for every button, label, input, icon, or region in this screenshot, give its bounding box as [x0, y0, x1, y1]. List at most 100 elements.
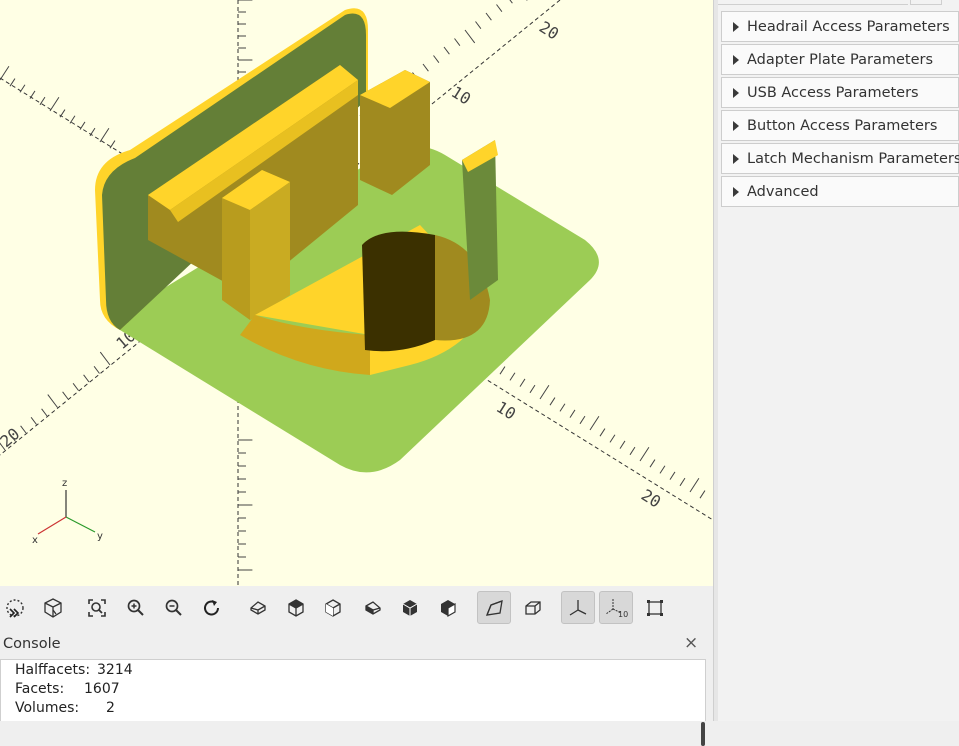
ruler-tick — [640, 447, 649, 461]
ruler-tick — [63, 392, 68, 399]
ruler-tick — [680, 478, 685, 486]
console-value: 1607 — [84, 681, 120, 697]
ruler-tick — [48, 395, 58, 408]
group-label: USB Access Parameters — [747, 85, 919, 101]
group-button-access[interactable]: Button Access Parameters — [721, 110, 959, 141]
close-icon[interactable]: × — [684, 633, 698, 653]
axes-icon[interactable] — [561, 591, 595, 624]
ruler-tick — [31, 417, 36, 424]
console-key: Volumes: — [15, 700, 106, 716]
zoom-in-icon[interactable] — [119, 591, 153, 624]
ruler-tick — [80, 122, 85, 130]
expand-arrow-icon — [733, 55, 739, 65]
view-front-icon[interactable] — [393, 591, 427, 624]
ruler-tick — [50, 97, 59, 111]
axis-label-y: y — [97, 531, 103, 542]
console-value: 2 — [106, 700, 115, 716]
console-scrollbar[interactable] — [701, 722, 705, 746]
edges-icon[interactable] — [638, 591, 672, 624]
ruler-tick — [73, 383, 78, 390]
ruler-tick — [540, 385, 549, 399]
group-label: Button Access Parameters — [747, 118, 937, 134]
ruler-tick — [610, 435, 615, 443]
ruler-tick — [580, 416, 585, 424]
expand-arrow-icon — [733, 121, 739, 131]
view-all-icon[interactable] — [80, 591, 114, 624]
view-right-icon[interactable] — [241, 591, 275, 624]
group-latch-mechanism[interactable]: Latch Mechanism Parameters — [721, 143, 959, 174]
ruler-tick — [100, 352, 110, 365]
viewer-toolbar: 10 — [0, 586, 713, 628]
ruler-tick — [620, 441, 625, 449]
ruler-tick — [700, 491, 705, 499]
group-adapter-plate[interactable]: Adapter Plate Parameters — [721, 44, 959, 75]
console-title: Console — [3, 636, 61, 652]
console-key: Facets: — [15, 681, 84, 697]
ruler-tick — [486, 13, 491, 20]
ruler-tick — [550, 398, 555, 406]
ruler-number: 10 — [493, 397, 519, 423]
ruler-tick — [434, 56, 439, 63]
expand-arrow-icon — [733, 154, 739, 164]
view-top-icon[interactable] — [279, 591, 313, 624]
ruler-tick — [670, 472, 675, 480]
preview-icon[interactable] — [0, 591, 32, 624]
console-line: Facets:1607 — [15, 681, 120, 697]
ruler-tick — [20, 85, 25, 93]
customizer-top-strip — [718, 0, 959, 6]
console-line: Halffacets:3214 — [15, 662, 133, 678]
console-line: Volumes:2 — [15, 700, 115, 716]
perspective-icon[interactable] — [477, 591, 511, 624]
view-back-icon[interactable] — [431, 591, 465, 624]
ruler-tick — [423, 64, 428, 71]
ruler-tick — [500, 367, 505, 375]
ruler-tick — [100, 128, 109, 142]
group-label: Adapter Plate Parameters — [747, 52, 933, 68]
orthogonal-icon[interactable] — [516, 591, 550, 624]
ruler-tick — [444, 47, 449, 54]
model-render[interactable]: 10 20 10 20 20 10 — [0, 0, 713, 586]
axis-label-z: z — [62, 478, 67, 489]
group-advanced[interactable]: Advanced — [721, 176, 959, 207]
console-value: 3214 — [97, 662, 133, 678]
reset-view-icon[interactable] — [195, 591, 229, 624]
ruler-tick — [507, 0, 512, 3]
view-left-icon[interactable] — [356, 591, 390, 624]
ruler-tick — [40, 97, 45, 105]
expand-arrow-icon — [733, 88, 739, 98]
ruler-tick — [690, 478, 699, 492]
ruler-tick — [650, 460, 655, 468]
axis-label-x: x — [32, 535, 38, 546]
ruler-tick — [60, 110, 65, 118]
ruler-tick — [497, 5, 502, 12]
console-panel: Console × Halffacets:3214 Facets:1607 Vo… — [0, 630, 713, 721]
3d-viewport[interactable]: 10 20 10 20 20 10 — [0, 0, 713, 586]
group-usb-access[interactable]: USB Access Parameters — [721, 77, 959, 108]
group-label: Advanced — [747, 184, 819, 200]
ruler-tick — [30, 91, 35, 99]
ruler-number: 10 — [448, 82, 474, 108]
expand-arrow-icon — [733, 187, 739, 197]
ruler-tick — [10, 79, 15, 87]
ruler-tick — [560, 404, 565, 412]
scale-markers-icon[interactable]: 10 — [599, 591, 633, 624]
ruler-tick — [0, 66, 9, 80]
ruler-number: 20 — [536, 17, 562, 43]
ruler-tick — [455, 39, 460, 46]
group-headrail-access[interactable]: Headrail Access Parameters — [721, 11, 959, 42]
render-cube-icon[interactable] — [36, 591, 70, 624]
zoom-out-icon[interactable] — [157, 591, 191, 624]
ruler-tick — [660, 466, 665, 474]
group-label: Latch Mechanism Parameters — [747, 151, 959, 167]
console-output[interactable]: Halffacets:3214 Facets:1607 Volumes:2 — [0, 659, 706, 721]
ruler-tick — [600, 429, 605, 437]
expand-arrow-icon — [733, 22, 739, 32]
ruler-tick — [465, 30, 475, 43]
group-label: Headrail Access Parameters — [747, 19, 950, 35]
ruler-tick — [510, 373, 515, 381]
ruler-tick — [590, 416, 599, 430]
ruler-tick — [520, 379, 525, 387]
ruler-tick — [90, 128, 95, 136]
ruler-tick — [530, 385, 535, 393]
view-bottom-icon[interactable] — [316, 591, 350, 624]
